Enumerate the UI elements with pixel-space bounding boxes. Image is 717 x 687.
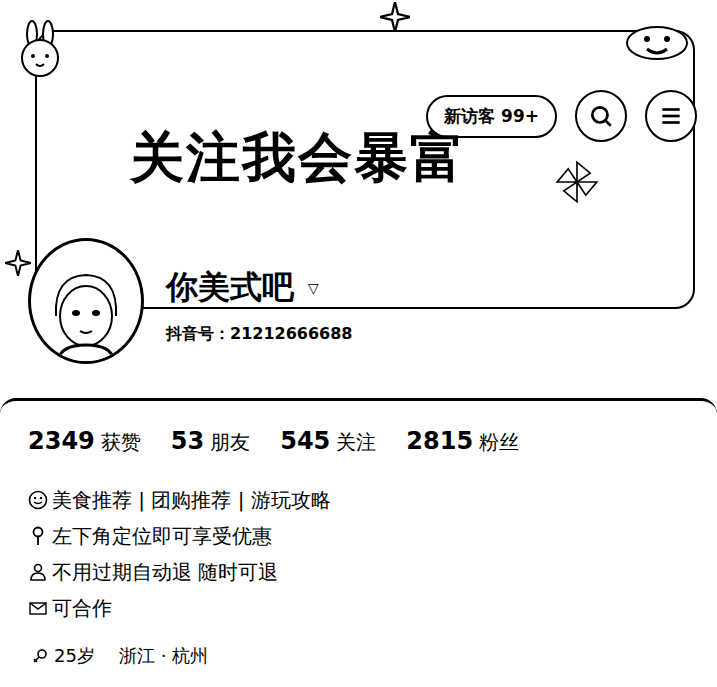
smile-icon xyxy=(28,490,48,510)
profile-card: 2349 获赞 53 朋友 545 关注 2815 粉丝 美食推荐 | 团购推荐 | … xyxy=(0,398,717,678)
stat-item[interactable]: 53 朋友 xyxy=(171,427,250,456)
gender-icon xyxy=(32,648,48,664)
profile-header: 新访客 99+ 关注我会暴富 你美式吧 ▽ 抖音号：21212666688 xyxy=(0,0,717,398)
pinwheel-icon xyxy=(555,160,599,204)
stats-row: 2349 获赞 53 朋友 545 关注 2815 粉丝 xyxy=(28,427,689,456)
profile-page: 新访客 99+ 关注我会暴富 你美式吧 ▽ 抖音号：21212666688 23… xyxy=(0,0,717,687)
bio: 美食推荐 | 团购推荐 | 游玩攻略 左下角定位即可享受优惠 不用过期自动退 随… xyxy=(28,486,689,622)
rabbit-icon xyxy=(10,20,70,80)
dog-icon xyxy=(617,15,697,65)
bio-line: 美食推荐 | 团购推荐 | 游玩攻略 xyxy=(28,486,689,514)
banner-slogan: 关注我会暴富 xyxy=(130,122,466,195)
bio-line: 左下角定位即可享受优惠 xyxy=(28,522,689,550)
search-button[interactable] xyxy=(575,90,627,142)
avatar[interactable] xyxy=(28,238,144,364)
star-icon xyxy=(380,2,410,32)
avatar-face-icon xyxy=(36,261,136,361)
menu-icon xyxy=(658,103,684,129)
profile-info: 你美式吧 ▽ 抖音号：21212666688 xyxy=(28,238,352,364)
star-icon xyxy=(5,250,31,276)
bio-line: 不用过期自动退 随时可退 xyxy=(28,558,689,586)
profile-tag: 25岁 xyxy=(32,644,95,668)
envelope-icon xyxy=(28,598,48,618)
profile-tag: 浙江 · 杭州 xyxy=(119,644,208,668)
person-icon xyxy=(28,562,48,582)
tags-row: 25岁 浙江 · 杭州 xyxy=(28,644,689,668)
menu-button[interactable] xyxy=(645,90,697,142)
profile-name: 你美式吧 xyxy=(166,266,294,310)
stat-item[interactable]: 2815 粉丝 xyxy=(406,427,519,456)
name-caret[interactable]: ▽ xyxy=(308,280,319,296)
top-actions: 新访客 99+ xyxy=(426,90,697,142)
stat-item[interactable]: 2349 获赞 xyxy=(28,427,141,456)
stat-item[interactable]: 545 关注 xyxy=(280,427,376,456)
account-id: 抖音号：21212666688 xyxy=(166,324,352,345)
pin-icon xyxy=(28,526,48,546)
bio-line: 可合作 xyxy=(28,594,689,622)
search-icon xyxy=(588,103,614,129)
